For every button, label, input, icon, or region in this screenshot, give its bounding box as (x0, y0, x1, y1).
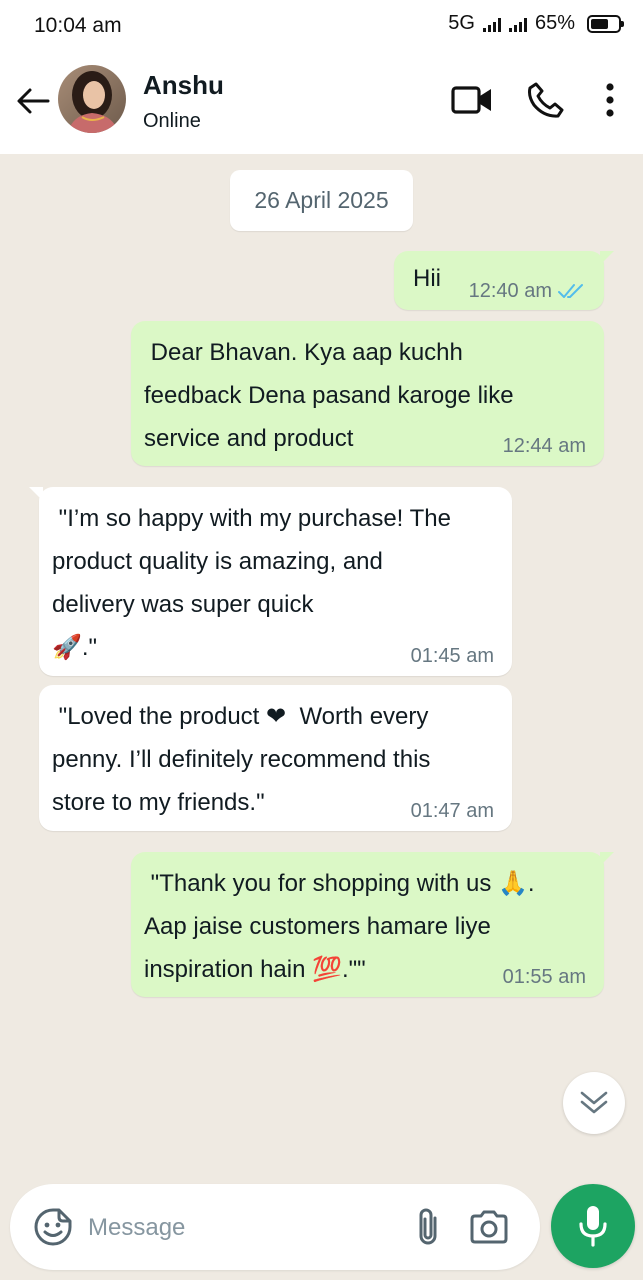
message-meta: 12:44 am (503, 436, 586, 456)
paperclip-icon[interactable] (408, 1204, 448, 1250)
phone-icon[interactable] (524, 78, 568, 122)
contact-name[interactable]: Anshu (143, 70, 224, 101)
camera-icon[interactable] (466, 1204, 512, 1250)
message-time: 01:47 am (410, 800, 494, 822)
chat-header: Anshu Online (0, 52, 643, 154)
signal-icon-2 (508, 16, 527, 32)
video-camera-icon[interactable] (450, 78, 494, 122)
message-time: 12:40 am (468, 280, 552, 302)
battery-icon (587, 14, 624, 33)
message-meta: 01:55 am (503, 967, 586, 987)
date-chip: 26 April 2025 (230, 170, 413, 231)
microphone-icon (579, 1206, 607, 1247)
message-bubble-incoming[interactable]: "I’m so happy with my purchase! The prod… (29, 487, 512, 676)
status-time: 10:04 am (34, 14, 122, 37)
status-bar: 10:04 am 5G 65% (0, 0, 643, 52)
message-composer (10, 1184, 540, 1270)
scroll-to-bottom-button[interactable] (563, 1072, 625, 1134)
bubble-tail (600, 251, 614, 265)
back-arrow-icon[interactable] (14, 82, 52, 120)
message-bubble-outgoing[interactable]: Hii 12:40 am (394, 251, 614, 310)
double-tick-icon (558, 284, 583, 298)
bubble-tail (600, 852, 614, 866)
chevron-double-down-icon (580, 1091, 608, 1114)
message-meta: 12:40 am (469, 281, 586, 301)
sticker-icon[interactable] (30, 1204, 76, 1250)
chat-area[interactable]: 26 April 2025 Hii 12:40 am Dear Bhavan. … (0, 154, 643, 1280)
status-indicators: 5G 65% (448, 12, 624, 35)
bubble-tail (29, 487, 43, 501)
network-type: 5G (448, 12, 475, 34)
microphone-button[interactable] (551, 1184, 635, 1268)
message-meta: 01:45 am (411, 646, 494, 666)
contact-status: Online (143, 110, 201, 132)
message-bubble-outgoing[interactable]: Dear Bhavan. Kya aap kuchh feedback Dena… (131, 321, 604, 466)
signal-icon (482, 16, 501, 32)
message-meta: 01:47 am (411, 801, 494, 821)
message-input[interactable] (86, 1202, 390, 1254)
battery-percent: 65% (534, 12, 575, 34)
message-time: 01:55 am (502, 966, 586, 988)
message-bubble-outgoing[interactable]: "Thank you for shopping with us 🙏. Aap j… (131, 852, 614, 997)
message-bubble-incoming[interactable]: "Loved the product ❤ Worth every penny. … (39, 685, 512, 831)
more-vertical-icon[interactable] (588, 78, 632, 122)
avatar[interactable] (58, 65, 126, 133)
message-time: 12:44 am (502, 435, 586, 457)
message-time: 01:45 am (410, 645, 494, 667)
message-text: "I’m so happy with my purchase! The prod… (52, 505, 451, 661)
